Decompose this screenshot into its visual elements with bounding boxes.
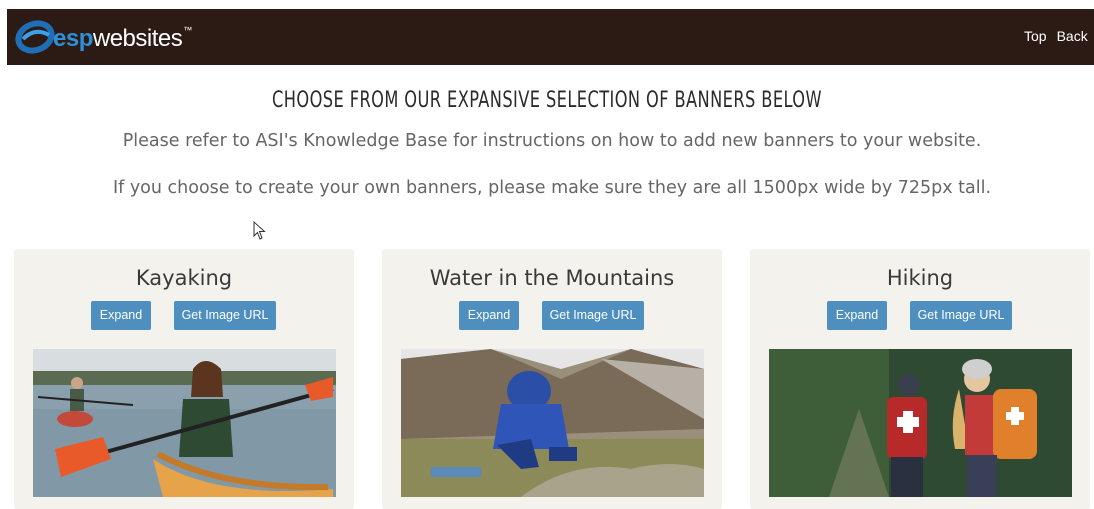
expand-button[interactable]: Expand [91,301,151,330]
mouse-cursor-icon [253,221,266,240]
expand-button[interactable]: Expand [827,301,887,330]
expand-button[interactable]: Expand [459,301,519,330]
banner-title: Kayaking [135,266,233,290]
get-image-url-button[interactable]: Get Image URL [910,301,1012,330]
get-image-url-button[interactable]: Get Image URL [542,301,644,330]
banner-size-note: If you choose to create your own banners… [112,178,992,198]
banner-title: Hiking [886,266,954,290]
banner-title: Water in the Mountains [429,266,675,290]
banner-card-hiking: Hiking Expand Get Image URL [750,249,1090,509]
nav-top-link[interactable]: Top [1024,28,1047,44]
page-heading: CHOOSE FROM OUR EXPANSIVE SELECTION OF B… [272,88,822,113]
logo-wordmark: espwebsites™ [53,25,192,52]
banner-card-kayaking: Kayaking Expand Get Image URL [14,249,354,509]
banner-image-kayaking[interactable] [33,349,336,497]
banner-image-water-in-the-mountains[interactable] [401,349,704,497]
logo-swirl-icon [15,20,55,54]
banner-image-hiking[interactable] [769,349,1072,497]
site-header: espwebsites™ Top Back [7,9,1094,65]
banner-card-water-in-the-mountains: Water in the Mountains Expand Get Image … [382,249,722,509]
nav-back-link[interactable]: Back [1057,28,1088,44]
instructions-text: Please refer to ASI's Knowledge Base for… [122,131,982,151]
esp-websites-logo[interactable]: espwebsites™ [15,15,215,59]
header-nav: Top Back [1024,28,1094,44]
get-image-url-button[interactable]: Get Image URL [174,301,276,330]
